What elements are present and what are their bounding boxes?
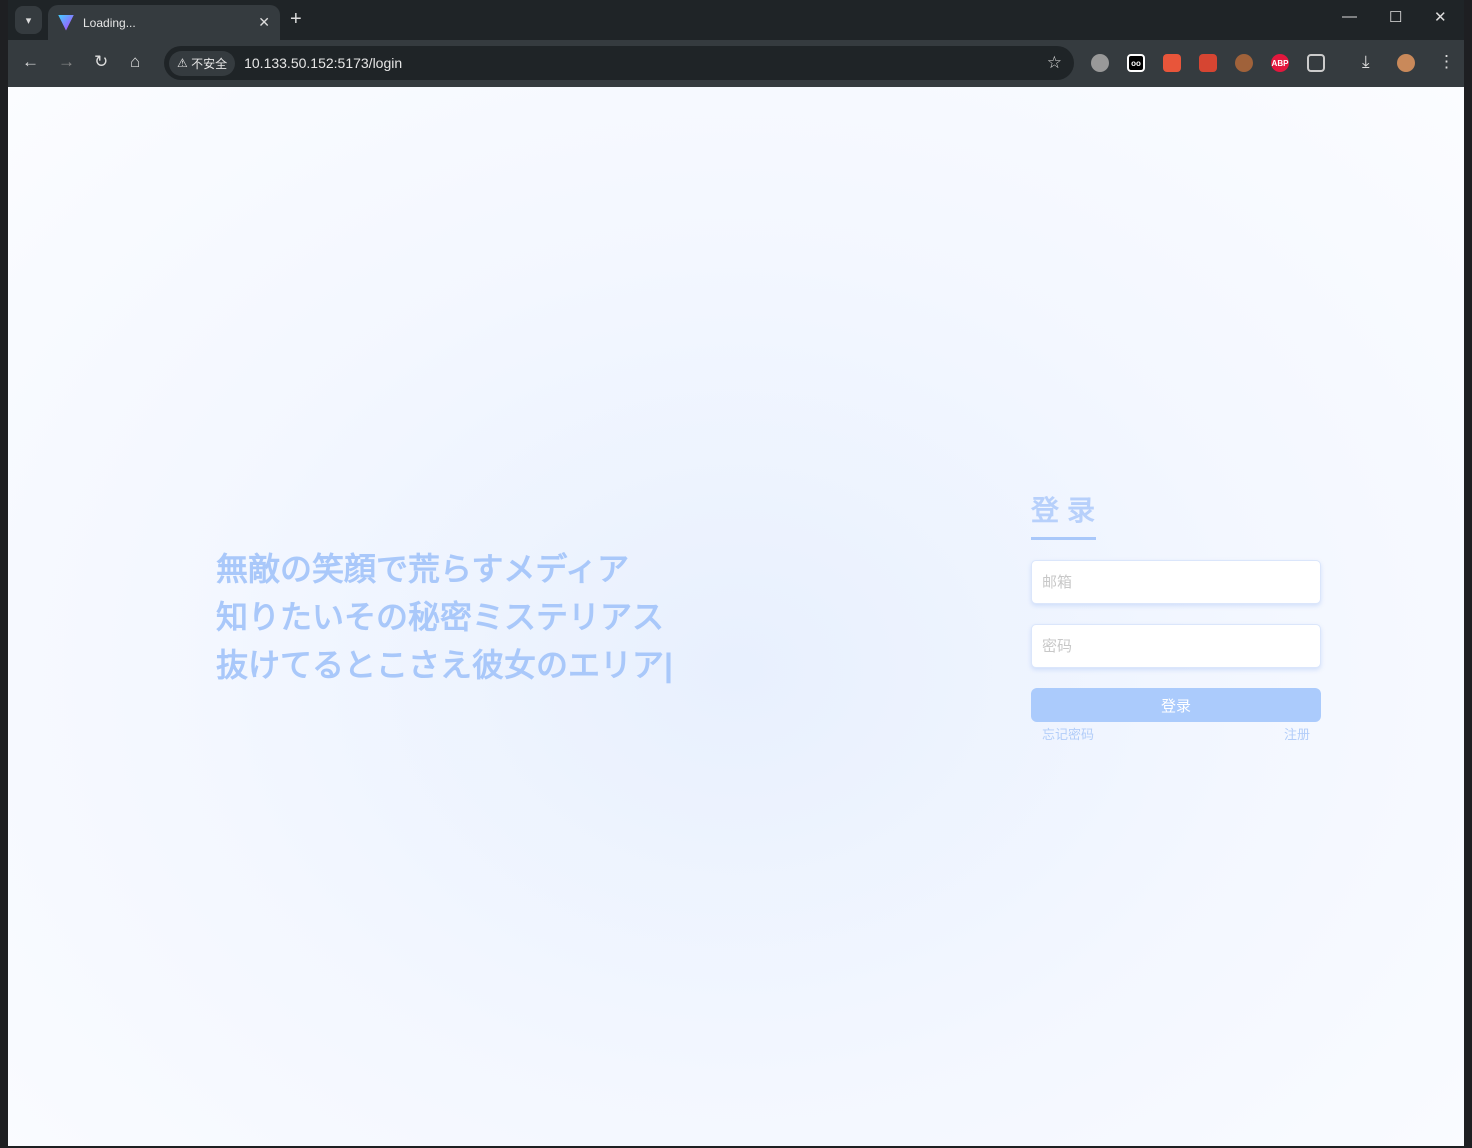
login-form: 登录 登录 忘记密码 注册: [1031, 489, 1321, 743]
forward-icon[interactable]: →: [58, 52, 75, 72]
url-text[interactable]: 10.133.50.152:5173/login: [244, 55, 402, 71]
minimize-icon[interactable]: —: [1342, 8, 1357, 25]
adblock-icon[interactable]: ABP: [1271, 54, 1289, 72]
menu-icon[interactable]: ⋮: [1438, 52, 1455, 72]
extension-icon[interactable]: [1091, 54, 1109, 72]
tab-bar: ▾ Loading... ✕ + — ☐ ✕: [8, 0, 1464, 40]
typewriter-text: 無敵の笑顔で荒らすメディア 知りたいその秘密ミステリアス 抜けてるとこさえ彼女の…: [216, 545, 673, 689]
back-icon[interactable]: ←: [22, 52, 39, 72]
reload-icon[interactable]: ↻: [94, 52, 108, 72]
login-title: 登录: [1031, 489, 1096, 540]
insecure-label: 不安全: [191, 56, 228, 71]
register-link[interactable]: 注册: [1284, 724, 1310, 743]
close-window-icon[interactable]: ✕: [1434, 8, 1447, 26]
cookie-extension-icon[interactable]: [1235, 54, 1253, 72]
warning-icon: ⚠: [177, 56, 192, 70]
maximize-icon[interactable]: ☐: [1389, 8, 1402, 26]
tab-title: Loading...: [83, 15, 136, 30]
vite-favicon-icon: [58, 14, 74, 31]
security-chip[interactable]: ⚠ 不安全: [169, 50, 236, 76]
login-page: 無敵の笑顔で荒らすメディア 知りたいその秘密ミステリアス 抜けてるとこさえ彼女の…: [8, 87, 1464, 1146]
password-input[interactable]: [1031, 624, 1321, 668]
email-input[interactable]: [1031, 560, 1321, 604]
extension-icon[interactable]: oo: [1127, 54, 1145, 72]
close-tab-icon[interactable]: ✕: [258, 14, 270, 31]
browser-window: ▾ Loading... ✕ + — ☐ ✕ ← → ↻ ⌂ ⚠ 不安全 10.…: [8, 0, 1464, 1146]
lyric-line: 知りたいその秘密ミステリアス: [216, 599, 665, 635]
extensions-puzzle-icon[interactable]: [1307, 54, 1325, 72]
bookmark-star-icon[interactable]: ☆: [1047, 53, 1062, 73]
profile-avatar[interactable]: [1397, 54, 1415, 72]
lyric-line: 無敵の笑顔で荒らすメディア: [216, 551, 630, 587]
new-tab-button[interactable]: +: [290, 8, 302, 31]
tab-search-button[interactable]: ▾: [15, 6, 42, 34]
forgot-password-link[interactable]: 忘记密码: [1042, 724, 1094, 743]
lyric-line: 抜けてるとこさえ彼女のエリア|: [216, 647, 673, 683]
extension-icon[interactable]: [1199, 54, 1217, 72]
tab-active[interactable]: Loading... ✕: [48, 5, 280, 40]
download-icon[interactable]: ⤓: [1362, 52, 1370, 72]
toolbar: ← → ↻ ⌂ ⚠ 不安全 10.133.50.152:5173/login ☆…: [8, 40, 1464, 87]
address-bar[interactable]: ⚠ 不安全 10.133.50.152:5173/login ☆: [164, 46, 1074, 80]
extension-icon[interactable]: [1163, 54, 1181, 72]
home-icon[interactable]: ⌂: [130, 52, 140, 72]
login-button[interactable]: 登录: [1031, 688, 1321, 722]
